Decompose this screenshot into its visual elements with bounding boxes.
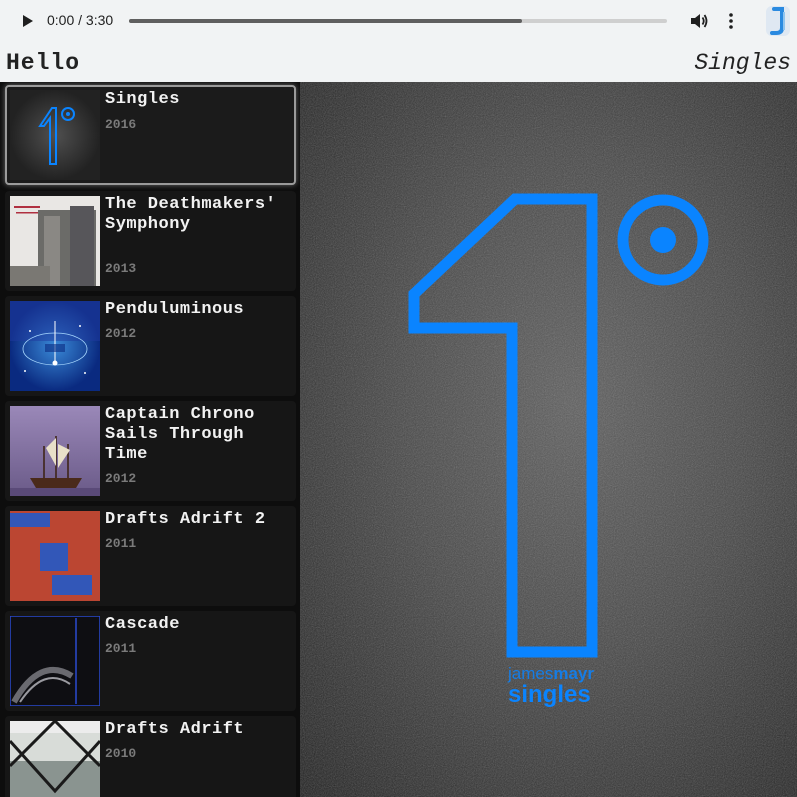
- album-cover-penduluminous: [10, 301, 100, 391]
- play-icon[interactable]: [17, 11, 37, 31]
- album-year: 2012: [105, 471, 137, 486]
- album-item-penduluminous[interactable]: Penduluminous 2012: [5, 296, 296, 396]
- album-year: 2016: [105, 117, 137, 132]
- album-title: Captain Chrono Sails Through Time: [105, 405, 255, 464]
- album-title: Drafts Adrift: [105, 720, 245, 739]
- album-cover-deathmakers: [10, 196, 100, 286]
- audio-player: 0:00 / 3:30: [0, 0, 797, 42]
- album-title: The Deathmakers' Symphony: [105, 195, 277, 234]
- header: Hello Singles: [0, 42, 797, 82]
- album-item-cascade[interactable]: Cascade 2011: [5, 611, 296, 711]
- album-cover-drafts-adrift: [10, 721, 100, 797]
- album-item-captain-chrono[interactable]: Captain Chrono Sails Through Time 2012: [5, 401, 296, 501]
- progress-bar[interactable]: [129, 19, 667, 23]
- album-year: 2011: [105, 536, 137, 551]
- album-title: Cascade: [105, 615, 180, 634]
- album-item-singles[interactable]: Singles 2016: [5, 85, 296, 185]
- album-cover-singles: [10, 90, 100, 180]
- album-item-drafts-adrift-2[interactable]: Drafts Adrift 2 2011: [5, 506, 296, 606]
- volume-icon[interactable]: [688, 10, 710, 32]
- more-vert-icon[interactable]: [722, 10, 740, 32]
- album-cover-cascade: [10, 616, 100, 706]
- album-list: Singles 2016 The Deathmakers' Symphony 2…: [0, 82, 300, 797]
- album-cover-captain-chrono: [10, 406, 100, 496]
- greeting: Hello: [6, 50, 81, 76]
- artwork-album-word: singles: [508, 681, 591, 708]
- album-artwork-logo: jamesmayr singles: [300, 82, 797, 797]
- progress-fill: [129, 19, 522, 23]
- page-title: Singles: [694, 50, 791, 76]
- album-title: Singles: [105, 90, 180, 109]
- extension-icon[interactable]: [763, 4, 793, 38]
- album-title: Drafts Adrift 2: [105, 510, 266, 529]
- album-year: 2011: [105, 641, 137, 656]
- album-artwork: jamesmayr singles: [300, 82, 797, 797]
- album-year: 2013: [105, 261, 137, 276]
- time-display: 0:00 / 3:30: [47, 12, 114, 28]
- album-title: Penduluminous: [105, 300, 245, 319]
- album-year: 2012: [105, 326, 137, 341]
- album-year: 2010: [105, 746, 137, 761]
- album-item-deathmakers[interactable]: The Deathmakers' Symphony 2013: [5, 191, 296, 291]
- album-cover-drafts-adrift-2: [10, 511, 100, 601]
- album-item-drafts-adrift[interactable]: Drafts Adrift 2010: [5, 716, 296, 797]
